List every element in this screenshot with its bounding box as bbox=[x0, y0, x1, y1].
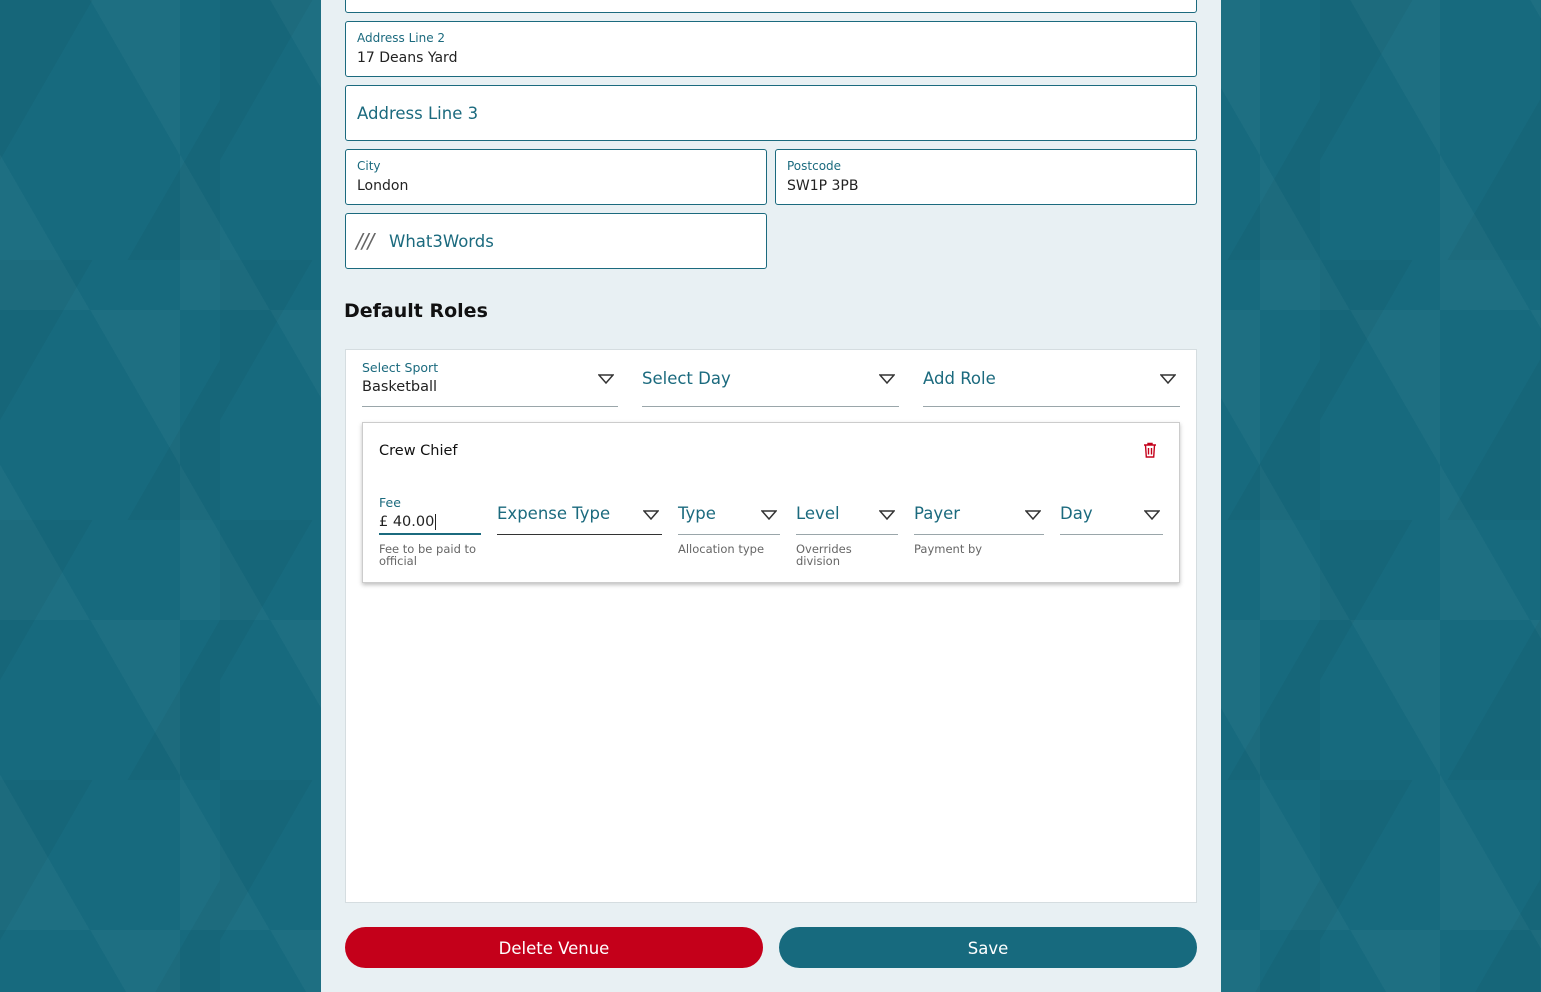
chevron-down-icon bbox=[1144, 510, 1160, 521]
what3words-placeholder: What3Words bbox=[389, 232, 494, 251]
city-value: London bbox=[357, 178, 409, 194]
postcode-value: SW1P 3PB bbox=[787, 178, 859, 194]
chevron-down-icon bbox=[879, 510, 895, 521]
fee-label: Fee bbox=[379, 495, 401, 510]
type-placeholder: Type bbox=[678, 504, 716, 523]
fee-helper-text: Fee to be paid to official bbox=[379, 542, 477, 568]
chevron-down-icon bbox=[879, 374, 895, 385]
delete-venue-button[interactable]: Delete Venue bbox=[345, 927, 763, 968]
address-line-2-label: Address Line 2 bbox=[357, 31, 446, 45]
expense-type-dropdown[interactable]: Expense Type bbox=[497, 483, 662, 535]
add-role-dropdown[interactable]: Add Role bbox=[923, 350, 1180, 407]
what3words-field[interactable]: /// What3Words bbox=[345, 213, 767, 269]
address-line-1-field[interactable] bbox=[345, 0, 1197, 13]
fee-value: £ 40.00 bbox=[379, 514, 437, 530]
payer-placeholder: Payer bbox=[914, 504, 961, 523]
address-line-3-placeholder: Address Line 3 bbox=[357, 104, 479, 123]
what3words-icon: /// bbox=[356, 229, 374, 253]
chevron-down-icon bbox=[1160, 374, 1176, 385]
default-roles-title: Default Roles bbox=[344, 300, 488, 322]
role-card: Crew Chief Fee £ 40.00 Fee to be paid to… bbox=[362, 422, 1180, 583]
type-dropdown[interactable]: Type bbox=[678, 483, 780, 535]
level-helper-text: Overrides division bbox=[796, 542, 852, 568]
day-dropdown[interactable]: Day bbox=[1060, 483, 1163, 535]
chevron-down-icon bbox=[643, 510, 659, 521]
chevron-down-icon bbox=[1025, 510, 1041, 521]
select-sport-value: Basketball bbox=[362, 379, 438, 395]
payer-helper-text: Payment by bbox=[914, 542, 983, 556]
select-sport-label: Select Sport bbox=[362, 360, 439, 375]
city-field[interactable]: City London bbox=[345, 149, 767, 205]
day-placeholder: Day bbox=[1060, 504, 1093, 523]
address-line-2-field[interactable]: Address Line 2 17 Deans Yard bbox=[345, 21, 1197, 77]
level-dropdown[interactable]: Level bbox=[796, 483, 898, 535]
chevron-down-icon bbox=[761, 510, 777, 521]
address-line-3-field[interactable]: Address Line 3 bbox=[345, 85, 1197, 141]
fee-input[interactable]: Fee £ 40.00 bbox=[379, 483, 481, 535]
address-line-2-value: 17 Deans Yard bbox=[357, 50, 458, 66]
save-button[interactable]: Save bbox=[779, 927, 1197, 968]
postcode-field[interactable]: Postcode SW1P 3PB bbox=[775, 149, 1197, 205]
select-sport-dropdown[interactable]: Select Sport Basketball bbox=[362, 350, 618, 407]
postcode-label: Postcode bbox=[787, 159, 842, 173]
city-label: City bbox=[357, 159, 381, 173]
type-helper-text: Allocation type bbox=[678, 542, 765, 556]
expense-type-placeholder: Expense Type bbox=[497, 504, 611, 523]
chevron-down-icon bbox=[598, 374, 614, 385]
select-day-dropdown[interactable]: Select Day bbox=[642, 350, 899, 407]
level-placeholder: Level bbox=[796, 504, 840, 523]
add-role-placeholder: Add Role bbox=[923, 369, 996, 388]
select-day-placeholder: Select Day bbox=[642, 369, 731, 388]
trash-icon[interactable] bbox=[1143, 442, 1157, 458]
payer-dropdown[interactable]: Payer bbox=[914, 483, 1044, 535]
role-card-title: Crew Chief bbox=[379, 443, 458, 459]
